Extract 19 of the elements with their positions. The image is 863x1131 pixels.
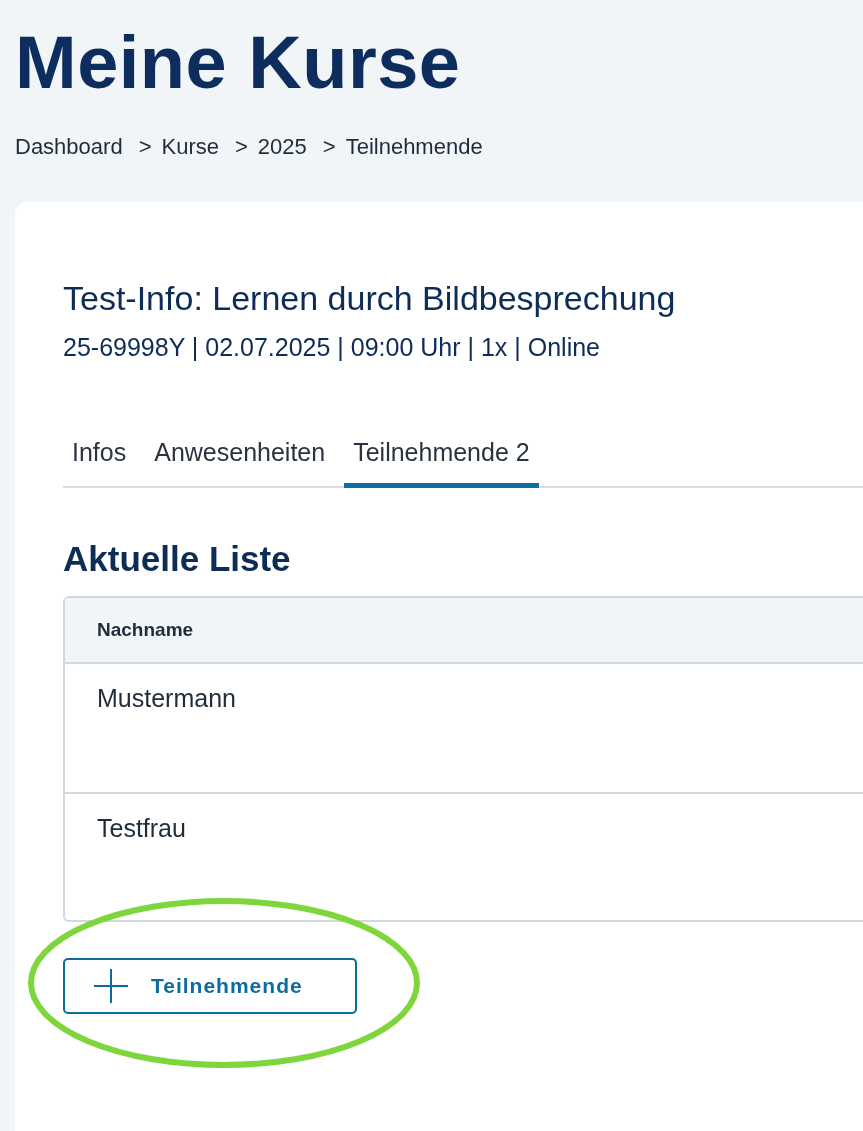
table-cell: Testfrau bbox=[97, 814, 186, 842]
breadcrumb-link[interactable]: 2025 bbox=[257, 132, 307, 162]
breadcrumb-link[interactable]: Kurse bbox=[161, 132, 219, 162]
column-header: Nachname bbox=[97, 619, 194, 641]
course-meta: 25-69998Y | 02.07.2025 | 09:00 Uhr | 1x | Online bbox=[63, 332, 601, 363]
tab[interactable]: Anwesenheiten bbox=[145, 428, 335, 488]
breadcrumb-separator: > bbox=[235, 133, 248, 161]
plus-icon bbox=[93, 968, 129, 1004]
course-title: Test-Info: Lernen durch Bildbesprechung bbox=[63, 278, 677, 319]
breadcrumb-separator: > bbox=[322, 133, 336, 161]
breadcrumb-link[interactable]: Teilnehmende bbox=[345, 132, 483, 162]
table-cell: Mustermann bbox=[97, 684, 236, 712]
tab[interactable]: Infos bbox=[63, 428, 136, 488]
breadcrumb-link[interactable]: Dashboard bbox=[15, 132, 123, 162]
breadcrumb-separator: > bbox=[138, 133, 152, 161]
add-participant-button[interactable]: Teilnehmende bbox=[63, 958, 357, 1014]
list-heading: Aktuelle Liste bbox=[63, 538, 292, 580]
tab[interactable]: Teilnehmende 2 bbox=[344, 428, 539, 488]
page-title: Meine Kurse bbox=[14, 20, 462, 106]
